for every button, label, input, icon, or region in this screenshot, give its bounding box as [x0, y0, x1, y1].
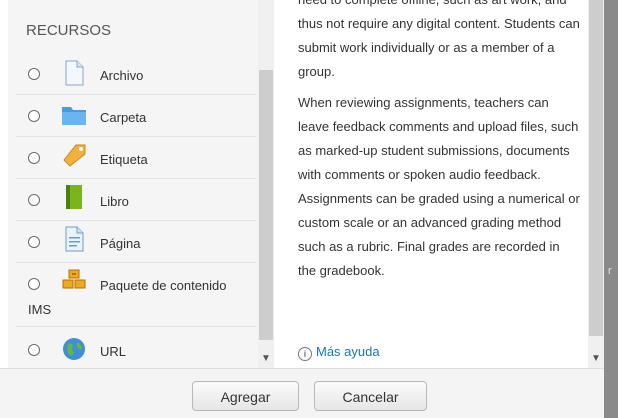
scroll-down-arrow-icon[interactable]: ▼: [591, 354, 601, 364]
page-icon: [65, 226, 84, 252]
info-icon: i: [298, 347, 312, 361]
scroll-down-arrow-icon[interactable]: ▼: [261, 354, 271, 364]
resource-label-carpeta: Carpeta: [100, 110, 147, 125]
ims-package-icon: [62, 269, 86, 289]
folder-icon: [62, 107, 86, 125]
background-page: r: [604, 0, 618, 418]
divider: [16, 178, 256, 179]
resource-item-etiqueta[interactable]: Etiqueta: [18, 144, 254, 174]
resource-label-ims-package-line2: IMS: [28, 302, 52, 317]
resources-heading: RECURSOS: [26, 22, 112, 39]
add-activity-dialog: RECURSOS Archivo Carpeta Etiqueta Libro …: [0, 0, 618, 418]
file-icon: [65, 60, 84, 86]
resource-label-etiqueta: Etiqueta: [100, 152, 148, 167]
resource-label-archivo: Archivo: [100, 68, 144, 83]
resource-list-scrollbar[interactable]: ▼: [258, 0, 274, 368]
help-paragraph-2: When reviewing assignments, teachers can…: [298, 95, 580, 278]
scrollbar-thumb[interactable]: [259, 70, 273, 340]
resource-item-archivo[interactable]: Archivo: [18, 60, 254, 90]
resource-label-pagina: Página: [100, 236, 141, 251]
radio-pagina[interactable]: [28, 236, 40, 248]
radio-carpeta[interactable]: [28, 110, 40, 122]
help-text: need to complete offline, such as art wo…: [298, 0, 580, 290]
url-globe-icon: [63, 338, 85, 360]
radio-ims-package[interactable]: [28, 278, 40, 290]
radio-libro[interactable]: [28, 194, 40, 206]
background-peek-text: r: [608, 265, 612, 277]
radio-url[interactable]: [28, 344, 40, 356]
resource-item-libro[interactable]: Libro: [18, 185, 254, 216]
scrollbar-thumb[interactable]: [589, 0, 603, 336]
resource-item-ims-package[interactable]: Paquete de contenido IMS: [18, 269, 254, 322]
add-button[interactable]: Agregar: [192, 381, 299, 411]
divider: [16, 326, 256, 327]
resource-list: RECURSOS Archivo Carpeta Etiqueta Libro …: [8, 0, 258, 368]
help-pane-scrollbar[interactable]: ▼: [588, 0, 604, 368]
help-pane: need to complete offline, such as art wo…: [274, 0, 604, 368]
resource-label-ims-package: Paquete de contenido: [100, 278, 227, 293]
resource-label-libro: Libro: [100, 194, 129, 209]
divider: [16, 262, 256, 263]
resource-label-url: URL: [100, 344, 127, 359]
book-icon: [66, 185, 82, 209]
label-tag-icon: [63, 144, 86, 167]
resource-item-pagina[interactable]: Página: [18, 226, 254, 258]
radio-archivo[interactable]: [28, 68, 40, 80]
dialog-footer: Agregar Cancelar: [0, 368, 604, 418]
help-paragraph-1: need to complete offline, such as art wo…: [298, 0, 580, 79]
resource-item-url[interactable]: URL: [18, 334, 254, 364]
more-help-link[interactable]: i Más ayuda: [298, 344, 380, 361]
radio-etiqueta[interactable]: [28, 152, 40, 164]
resource-item-carpeta[interactable]: Carpeta: [18, 102, 254, 132]
more-help-label: Más ayuda: [316, 344, 380, 359]
cancel-button[interactable]: Cancelar: [314, 381, 427, 411]
divider: [16, 94, 256, 95]
divider: [16, 136, 256, 137]
divider: [16, 220, 256, 221]
